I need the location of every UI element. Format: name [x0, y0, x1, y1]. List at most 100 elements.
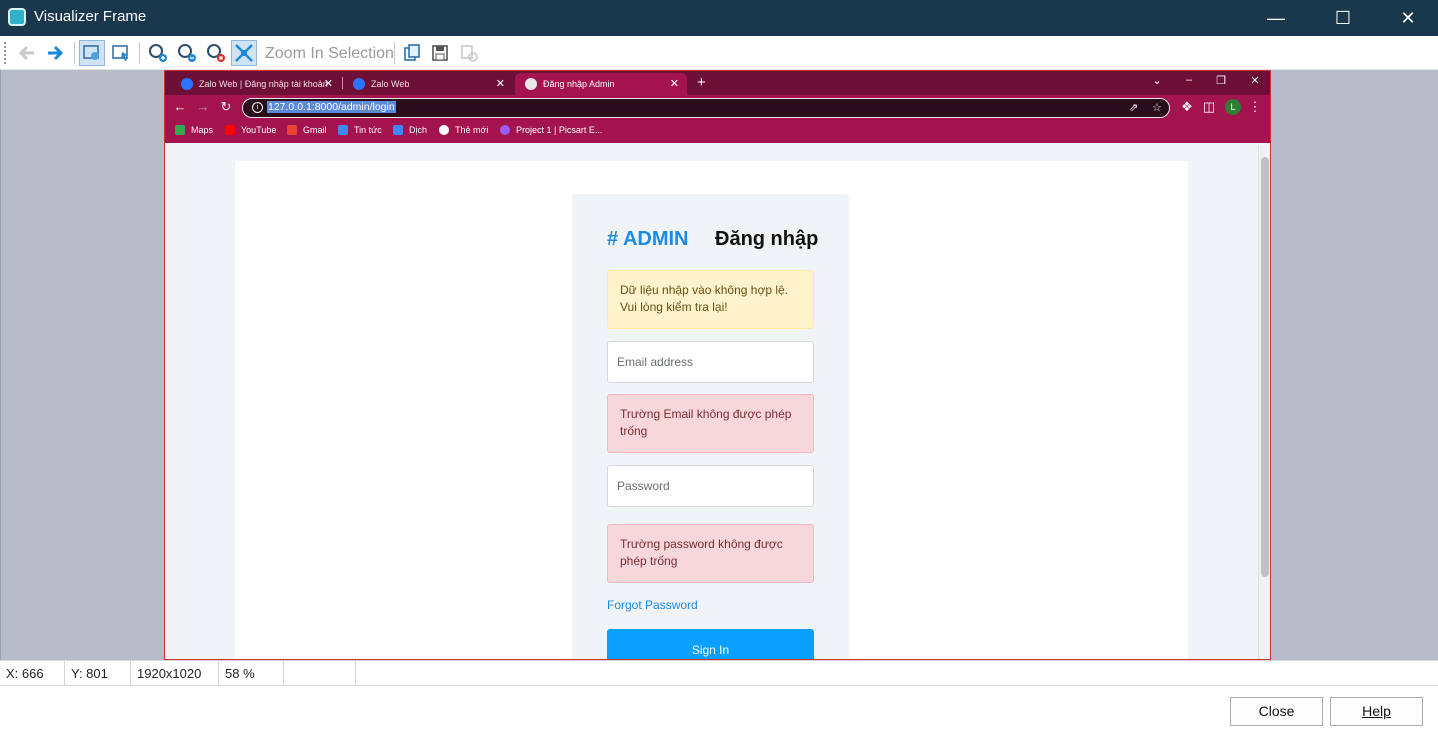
- profile-avatar[interactable]: L: [1225, 99, 1241, 115]
- bookmark-dich[interactable]: Dịch: [393, 125, 427, 135]
- password-error-alert: Trường password không được phép trống: [607, 524, 814, 583]
- copy-icon[interactable]: [399, 40, 425, 66]
- bookmark-gmail[interactable]: Gmail: [287, 125, 327, 135]
- reload-icon[interactable]: ↻: [217, 99, 235, 115]
- youtube-icon: [225, 125, 235, 135]
- cursor-y-readout: Y: 801: [65, 661, 131, 686]
- tab-zalo-login[interactable]: Zalo Web | Đăng nhập tài khoản ✕: [171, 73, 341, 95]
- bookmark-label: Gmail: [303, 125, 327, 135]
- toolbar-separator: [139, 42, 140, 64]
- gmail-icon: [287, 125, 297, 135]
- maximize-button[interactable]: ☐: [1330, 5, 1356, 31]
- browser-back-icon[interactable]: ←: [171, 99, 189, 114]
- toolbar-grip[interactable]: [4, 42, 6, 64]
- bookmark-the-moi[interactable]: Thẻ mới: [439, 125, 488, 135]
- bookmark-label: Project 1 | Picsart E...: [516, 125, 603, 135]
- share-icon[interactable]: ⇗: [1129, 101, 1138, 114]
- window-title: Visualizer Frame: [34, 8, 147, 25]
- bookmark-label: YouTube: [241, 125, 277, 135]
- tab-zalo-web[interactable]: Zalo Web ✕: [343, 73, 513, 95]
- bookmark-label: Dịch: [409, 125, 428, 135]
- zoom-in-selection-label[interactable]: Zoom In Selection: [265, 45, 394, 63]
- tab-label: Zalo Web: [371, 79, 410, 89]
- zoom-in-icon[interactable]: [145, 40, 171, 66]
- dialog-footer: Close Help: [0, 686, 1438, 741]
- browser-address-row: ← → ↻ i 127.0.0.1:8000/admin/login ⇗ ☆ ❖…: [165, 95, 1270, 121]
- url-text[interactable]: 127.0.0.1:8000/admin/login: [267, 101, 396, 113]
- browser-restore-button[interactable]: ❐: [1211, 74, 1231, 87]
- window-titlebar: Visualizer Frame — ☐ ✕: [0, 0, 1438, 36]
- picsart-icon: [500, 125, 510, 135]
- address-bar[interactable]: i 127.0.0.1:8000/admin/login ⇗ ☆: [242, 98, 1170, 118]
- zoom-readout: 58 %: [219, 661, 284, 686]
- browser-forward-icon[interactable]: →: [194, 99, 212, 114]
- select-pointer-icon[interactable]: [108, 40, 134, 66]
- bookmark-label: Maps: [191, 125, 214, 135]
- forward-arrow-icon[interactable]: [42, 40, 68, 66]
- sign-in-button[interactable]: Sign In: [607, 629, 814, 659]
- login-form: # ADMIN Đăng nhập Dữ liệu nhập vào không…: [572, 194, 849, 659]
- zalo-favicon-icon: [353, 78, 365, 90]
- fit-image-icon[interactable]: [79, 40, 105, 66]
- status-empty-cell: [284, 661, 356, 686]
- close-button[interactable]: Close: [1230, 697, 1323, 726]
- bookmark-label: Tin tức: [354, 125, 382, 135]
- tab-label: Đăng nhập Admin: [543, 79, 615, 89]
- bookmark-youtube[interactable]: YouTube: [225, 125, 276, 135]
- site-info-icon[interactable]: i: [252, 102, 263, 113]
- visualizer-app-icon: [8, 8, 26, 26]
- bookmark-label: Thẻ mới: [455, 125, 489, 135]
- tab-admin-login[interactable]: Đăng nhập Admin ✕: [515, 73, 687, 95]
- close-tab-icon[interactable]: ✕: [324, 73, 333, 95]
- browser-minimize-button[interactable]: –: [1179, 74, 1199, 86]
- close-tab-icon[interactable]: ✕: [496, 73, 505, 95]
- globe-icon: [525, 78, 537, 90]
- page-container: # ADMIN Đăng nhập Dữ liệu nhập vào không…: [235, 161, 1188, 659]
- browser-tab-strip: Zalo Web | Đăng nhập tài khoản ✕ Zalo We…: [165, 71, 1270, 95]
- close-tab-icon[interactable]: ✕: [670, 73, 679, 95]
- toolbar-separator: [74, 42, 75, 64]
- close-window-button[interactable]: ✕: [1395, 5, 1421, 31]
- bookmarks-bar: Maps YouTube Gmail Tin tức Dịch Thẻ mới …: [165, 121, 1270, 143]
- forgot-password-link[interactable]: Forgot Password: [607, 598, 698, 612]
- bookmark-tin-tuc[interactable]: Tin tức: [338, 125, 382, 135]
- zalo-favicon-icon: [181, 78, 193, 90]
- resolution-readout: 1920x1020: [131, 661, 219, 686]
- invalid-data-alert: Dữ liệu nhập vào không hợp lệ. Vui lòng …: [607, 270, 814, 329]
- page-viewport: # ADMIN Đăng nhập Dữ liệu nhập vào không…: [165, 145, 1258, 659]
- toolbar: Zoom In Selection: [0, 36, 1438, 70]
- tab-label: Zalo Web | Đăng nhập tài khoản: [199, 79, 328, 89]
- back-arrow-icon[interactable]: [14, 40, 40, 66]
- zoom-reset-icon[interactable]: [203, 40, 229, 66]
- extensions-puzzle-icon[interactable]: ❖: [1178, 99, 1196, 115]
- export-icon[interactable]: [456, 40, 482, 66]
- browser-window: Zalo Web | Đăng nhập tài khoản ✕ Zalo We…: [164, 70, 1271, 660]
- password-field[interactable]: Password: [607, 465, 814, 507]
- email-field[interactable]: Email address: [607, 341, 814, 383]
- browser-close-button[interactable]: ✕: [1245, 74, 1265, 87]
- bookmark-picsart[interactable]: Project 1 | Picsart E...: [500, 125, 602, 135]
- cursor-x-readout: X: 666: [0, 661, 65, 686]
- browser-menu-icon[interactable]: ⋮: [1246, 99, 1264, 115]
- zoom-selection-icon[interactable]: [231, 40, 257, 66]
- side-panel-icon[interactable]: ◫: [1200, 99, 1218, 115]
- save-icon[interactable]: [427, 40, 453, 66]
- login-heading: Đăng nhập: [715, 228, 819, 250]
- tab-search-chevron-icon[interactable]: ⌄: [1147, 74, 1167, 87]
- bookmark-star-icon[interactable]: ☆: [1152, 101, 1162, 114]
- maps-icon: [175, 125, 185, 135]
- translate-icon: [393, 125, 403, 135]
- bookmark-maps[interactable]: Maps: [175, 125, 213, 135]
- toolbar-separator: [394, 42, 395, 64]
- zoom-out-icon[interactable]: [174, 40, 200, 66]
- page-scrollbar[interactable]: [1258, 145, 1270, 659]
- minimize-button[interactable]: —: [1263, 5, 1289, 31]
- new-tab-plus-icon[interactable]: +: [697, 73, 706, 93]
- scrollbar-thumb[interactable]: [1261, 157, 1269, 577]
- status-bar: X: 666 Y: 801 1920x1020 58 %: [0, 660, 1438, 686]
- admin-brand: # ADMIN: [607, 228, 689, 250]
- help-button[interactable]: Help: [1330, 697, 1423, 726]
- email-error-alert: Trường Email không được phép trống: [607, 394, 814, 453]
- google-news-icon: [338, 125, 348, 135]
- globe-icon: [439, 125, 449, 135]
